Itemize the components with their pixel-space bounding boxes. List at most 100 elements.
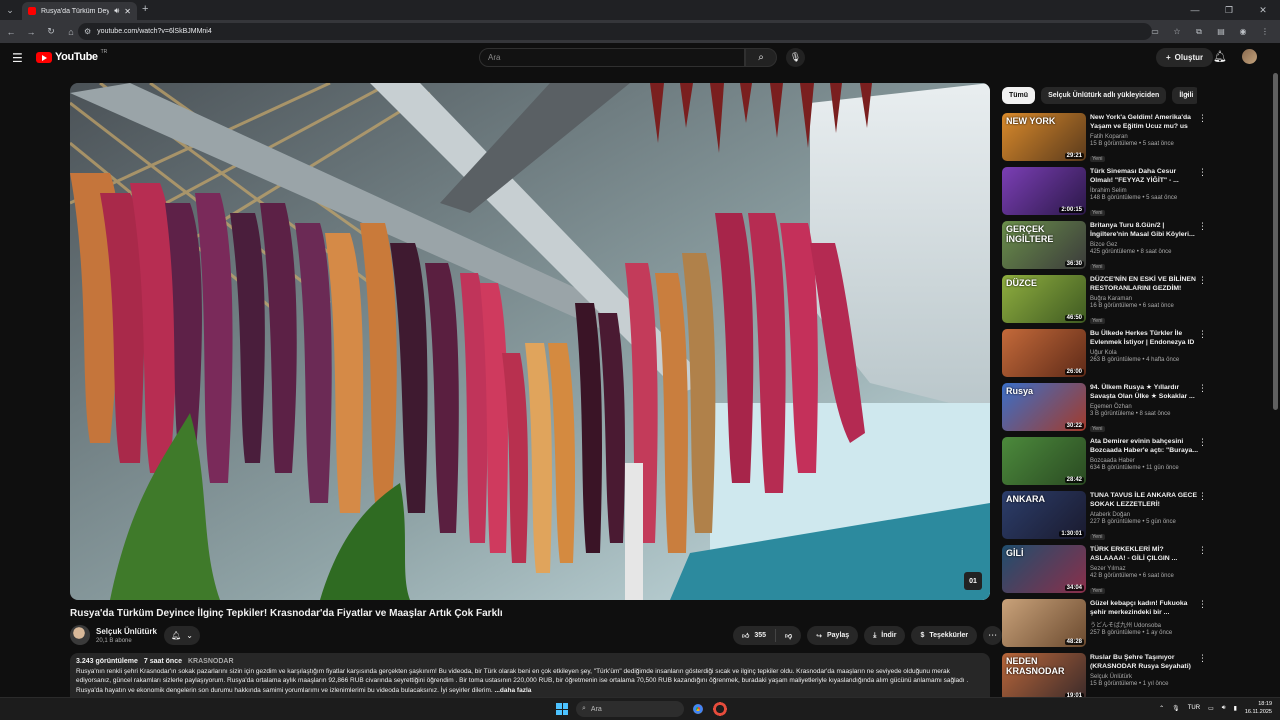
- recommendation-menu-icon[interactable]: ⋮: [1198, 167, 1207, 178]
- cast-icon[interactable]: ▭: [1146, 23, 1164, 40]
- video-player[interactable]: 01: [70, 83, 990, 600]
- battery-icon[interactable]: ▮: [1234, 705, 1237, 712]
- create-button[interactable]: + Oluştur: [1156, 48, 1214, 67]
- page-scrollbar[interactable]: [1273, 73, 1278, 410]
- taskbar-search[interactable]: ⌕ Ara: [576, 701, 684, 717]
- subscribe-overlay-badge[interactable]: 01: [964, 572, 982, 590]
- recommendation-item[interactable]: 26:00 Bu Ülkede Herkes Türkler İle Evlenm…: [1002, 329, 1207, 379]
- voice-search-icon[interactable]: 🎙︎: [786, 48, 805, 67]
- guide-menu-icon[interactable]: ☰: [12, 51, 23, 65]
- tray-mic-icon[interactable]: 🎙︎: [1172, 705, 1180, 712]
- dislike-button[interactable]: 👎︎: [776, 631, 801, 640]
- chevron-right-icon[interactable]: ›: [1185, 89, 1188, 100]
- video-thumbnail[interactable]: 48:28: [1002, 599, 1086, 647]
- video-thumbnail[interactable]: 2:00:15: [1002, 167, 1086, 215]
- video-thumbnail[interactable]: 28:42: [1002, 437, 1086, 485]
- windows-start-icon[interactable]: [556, 703, 568, 715]
- reload-icon[interactable]: ↻: [42, 23, 60, 41]
- youtube-logo[interactable]: YouTube TR: [36, 49, 107, 63]
- close-window-icon[interactable]: ✕: [1246, 0, 1280, 20]
- sidepanel-icon[interactable]: ▤: [1212, 23, 1230, 40]
- more-actions-icon[interactable]: ⋯: [983, 626, 1003, 645]
- recommendation-title[interactable]: Ata Demirer evinin bahçesini Bozcaada Ha…: [1090, 437, 1198, 455]
- recommendation-item[interactable]: 28:42 Ata Demirer evinin bahçesini Bozcaa…: [1002, 437, 1207, 487]
- new-tab-icon[interactable]: +: [142, 3, 148, 15]
- recommendation-channel[interactable]: Buğra Karaman: [1090, 296, 1198, 302]
- chip-from-uploader[interactable]: Selçuk Ünlütürk adlı yükleyiciden: [1041, 87, 1167, 104]
- recommendation-menu-icon[interactable]: ⋮: [1198, 275, 1207, 286]
- location-tag[interactable]: KRASNODAR: [188, 658, 234, 665]
- profile-icon[interactable]: ◉: [1234, 23, 1252, 40]
- video-thumbnail[interactable]: NEDEN KRASNODAR 19:01: [1002, 653, 1086, 701]
- network-icon[interactable]: ▭: [1208, 705, 1214, 712]
- recommendation-title[interactable]: Güzel kebapçı kadın! Fukuoka şehir merke…: [1090, 599, 1198, 617]
- site-info-icon[interactable]: ⚙: [84, 27, 91, 36]
- recommendation-channel[interactable]: İbrahim Selim: [1090, 188, 1198, 194]
- video-thumbnail[interactable]: ANKARA 1:30:01: [1002, 491, 1086, 539]
- browser-menu-icon[interactable]: ⋮: [1256, 23, 1274, 40]
- recommendation-menu-icon[interactable]: ⋮: [1198, 599, 1207, 610]
- video-thumbnail[interactable]: NEW YORK 29:21: [1002, 113, 1086, 161]
- recommendation-menu-icon[interactable]: ⋮: [1198, 653, 1207, 664]
- recommendation-channel[interactable]: Sezer Yılmaz: [1090, 566, 1198, 572]
- video-thumbnail[interactable]: GİLİ 34:04: [1002, 545, 1086, 593]
- recommendation-title[interactable]: Türk Sineması Daha Cesur Olmalı! "FEYYAZ…: [1090, 167, 1198, 185]
- chip-all[interactable]: Tümü: [1002, 87, 1036, 104]
- extensions-icon[interactable]: ⧉: [1190, 23, 1208, 40]
- notifications-icon[interactable]: 🔔︎: [1213, 50, 1227, 63]
- recommendation-title[interactable]: TUNA TAVUS İLE ANKARA GECE SOKAK LEZZETL…: [1090, 491, 1198, 509]
- account-avatar[interactable]: [1242, 49, 1257, 64]
- recommendation-menu-icon[interactable]: ⋮: [1198, 113, 1207, 124]
- bookmark-star-icon[interactable]: ☆: [1168, 23, 1186, 40]
- recommendation-title[interactable]: Bu Ülkede Herkes Türkler İle Evlenmek İs…: [1090, 329, 1198, 347]
- thanks-button[interactable]: $ Teşekkürler: [911, 626, 978, 645]
- recommendation-channel[interactable]: Selçuk Ünlütürk: [1090, 674, 1198, 680]
- search-input[interactable]: Ara: [479, 48, 745, 67]
- video-thumbnail[interactable]: DÜZCE 46:50: [1002, 275, 1086, 323]
- recommendation-title[interactable]: TÜRK ERKEKLERİ Mİ? ASLAAAA! - GİLİ ÇILGI…: [1090, 545, 1198, 563]
- recommendation-title[interactable]: 94. Ülkem Rusya ★ Yıllardır Savaşta Olan…: [1090, 383, 1198, 401]
- clock[interactable]: 18:19 16.11.2025: [1245, 700, 1272, 716]
- tab-search-icon[interactable]: ⌄: [0, 0, 20, 20]
- recommendation-channel[interactable]: Egemen Özhan: [1090, 404, 1198, 410]
- download-button[interactable]: ⤓ İndir: [864, 626, 906, 645]
- recommendation-item[interactable]: 2:00:15 Türk Sineması Daha Cesur Olmalı! …: [1002, 167, 1207, 217]
- recommendation-channel[interactable]: Fatih Koparan: [1090, 134, 1198, 140]
- recommendation-item[interactable]: 48:28 Güzel kebapçı kadın! Fukuoka şehir …: [1002, 599, 1207, 649]
- recommendation-title[interactable]: Britanya Turu 8.Gün/2 | İngiltere'nin Ma…: [1090, 221, 1198, 239]
- address-bar[interactable]: ⚙ youtube.com/watch?v=6lSkBJMMni4: [78, 23, 1152, 40]
- recommendation-menu-icon[interactable]: ⋮: [1198, 491, 1207, 502]
- tray-chevron-icon[interactable]: ⌃: [1159, 705, 1164, 712]
- channel-name[interactable]: Selçuk Ünlütürk: [96, 627, 157, 636]
- recommendation-menu-icon[interactable]: ⋮: [1198, 437, 1207, 448]
- input-language[interactable]: TUR: [1188, 705, 1200, 711]
- close-tab-icon[interactable]: ✕: [124, 7, 131, 16]
- restore-icon[interactable]: ❐: [1212, 0, 1246, 20]
- recommendation-menu-icon[interactable]: ⋮: [1198, 545, 1207, 556]
- recommendation-item[interactable]: NEDEN KRASNODAR 19:01 Ruslar Bu Şehre Taşı…: [1002, 653, 1207, 703]
- recommendation-channel[interactable]: Ataberk Doğan: [1090, 512, 1198, 518]
- channel-avatar[interactable]: [70, 625, 90, 645]
- chrome-taskbar-icon[interactable]: [690, 701, 706, 717]
- minimize-icon[interactable]: —: [1178, 0, 1212, 20]
- app-taskbar-icon[interactable]: [712, 701, 728, 717]
- recommendation-title[interactable]: New York'a Geldim! Amerika'da Yaşam ve E…: [1090, 113, 1198, 131]
- volume-icon[interactable]: 🔊︎: [1222, 705, 1226, 712]
- forward-icon[interactable]: →: [22, 23, 40, 41]
- recommendation-channel[interactable]: Bozcaada Haber: [1090, 458, 1198, 464]
- browser-tab[interactable]: Rusya'da Türküm Deyince İ 🔊︎ ✕: [22, 2, 137, 20]
- recommendation-menu-icon[interactable]: ⋮: [1198, 383, 1207, 394]
- recommendation-title[interactable]: Ruslar Bu Şehre Taşınıyor (KRASNODAR Rus…: [1090, 653, 1198, 671]
- recommendation-item[interactable]: DÜZCE 46:50 DÜZCE'NİN EN ESKİ VE BİLİNEN R…: [1002, 275, 1207, 325]
- recommendation-channel[interactable]: うどんそば九州 Udonsoba: [1090, 620, 1198, 629]
- subscription-bell-button[interactable]: 🔔︎ ⌄: [164, 626, 200, 645]
- recommendation-channel[interactable]: Bizce Gez: [1090, 242, 1198, 248]
- like-button[interactable]: 👍︎ 355: [733, 629, 777, 642]
- recommendation-channel[interactable]: Uğur Kola: [1090, 350, 1198, 356]
- recommendation-item[interactable]: NEW YORK 29:21 New York'a Geldim! Amerika'…: [1002, 113, 1207, 163]
- recommendation-item[interactable]: GİLİ 34:04 TÜRK ERKEKLERİ Mİ? ASLAAAA! - G…: [1002, 545, 1207, 595]
- share-button[interactable]: ↪ Paylaş: [807, 626, 859, 645]
- video-thumbnail[interactable]: GERÇEK İNGİLTERE 36:30: [1002, 221, 1086, 269]
- recommendation-item[interactable]: Rusya 30:22 94. Ülkem Rusya ★ Yıllardır Sa…: [1002, 383, 1207, 433]
- audio-playing-icon[interactable]: 🔊︎: [114, 6, 119, 16]
